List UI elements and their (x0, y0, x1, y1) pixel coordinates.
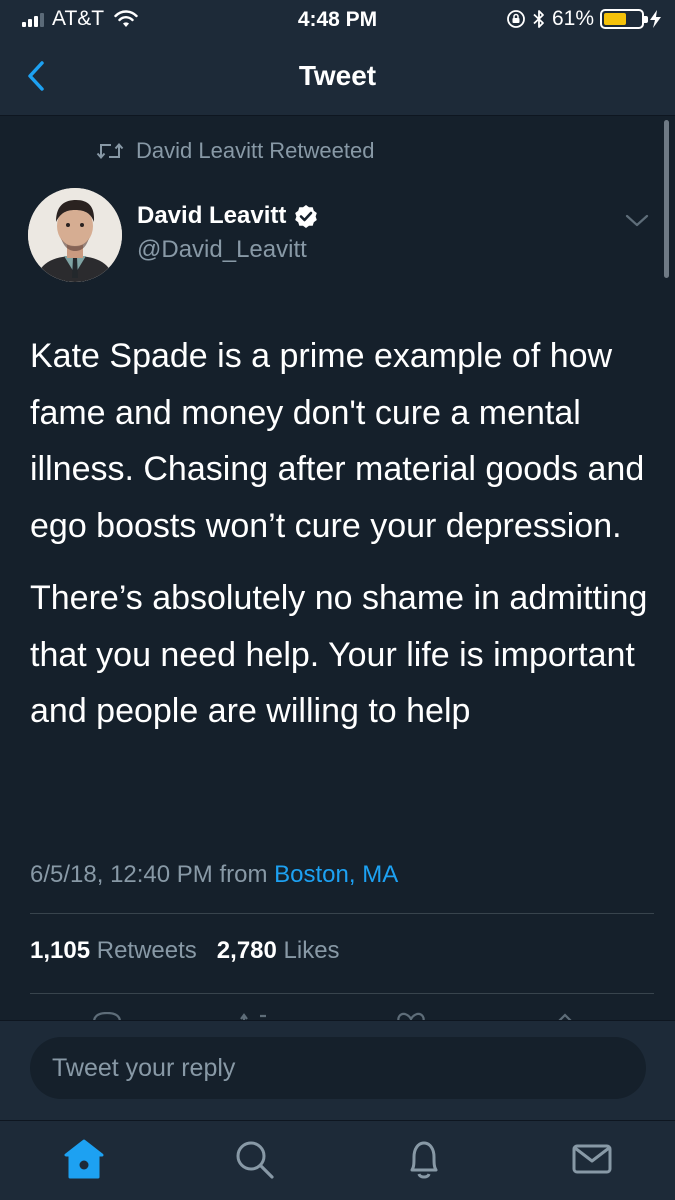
tweet-meta: 6/5/18, 12:40 PM from Boston, MA (30, 861, 398, 889)
battery-percent: 61% (551, 7, 594, 30)
battery-icon (600, 9, 648, 29)
from-label: from (219, 861, 268, 888)
page-title: Tweet (298, 60, 377, 91)
bell-icon[interactable] (402, 1137, 446, 1181)
location-link[interactable]: Boston, MA (274, 861, 398, 888)
retweets-label: Retweets (96, 937, 197, 964)
reply-input[interactable] (30, 1037, 646, 1099)
retweeted-by-label: David Leavitt Retweeted (136, 138, 375, 163)
bluetooth-icon (533, 10, 544, 28)
retweet-icon (96, 142, 124, 160)
retweets-stat[interactable]: 1,105 Retweets (30, 937, 197, 964)
retweet-context[interactable]: David Leavitt Retweeted (96, 138, 374, 164)
status-bar: AT&T 4:48 PM 61% (0, 0, 675, 40)
tab-bar (0, 1120, 675, 1200)
status-right: 61% (506, 7, 661, 30)
avatar[interactable] (28, 188, 122, 282)
tweet-paragraph: There’s absolutely no shame in admitting… (30, 579, 648, 730)
tweet-text: Kate Spade is a prime example of how fam… (30, 328, 655, 756)
search-icon[interactable] (232, 1137, 276, 1181)
author-name-label: David Leavitt (137, 202, 287, 229)
divider (30, 993, 654, 994)
tweet-stats: 1,105 Retweets 2,780 Likes (30, 937, 340, 965)
likes-stat[interactable]: 2,780 Likes (217, 937, 340, 964)
retweets-count: 1,105 (30, 937, 91, 964)
author-name[interactable]: David Leavitt (137, 202, 318, 230)
divider (30, 913, 654, 914)
home-icon[interactable] (62, 1137, 106, 1181)
nav-header: Tweet (0, 40, 675, 116)
verified-badge-icon (295, 205, 318, 228)
tweet-paragraph: Kate Spade is a prime example of how fam… (30, 337, 645, 545)
author-handle[interactable]: @David_Leavitt (137, 236, 307, 264)
charging-bolt-icon (650, 10, 661, 28)
likes-label: Likes (283, 937, 340, 964)
battery-level (604, 13, 626, 25)
chevron-down-icon[interactable] (624, 212, 650, 230)
likes-count: 2,780 (216, 937, 277, 964)
tweet-timestamp: 6/5/18, 12:40 PM (30, 861, 213, 888)
scroll-indicator[interactable] (664, 120, 669, 278)
orientation-lock-icon (507, 10, 525, 28)
mail-icon[interactable] (570, 1137, 614, 1181)
reply-bar (0, 1020, 675, 1120)
